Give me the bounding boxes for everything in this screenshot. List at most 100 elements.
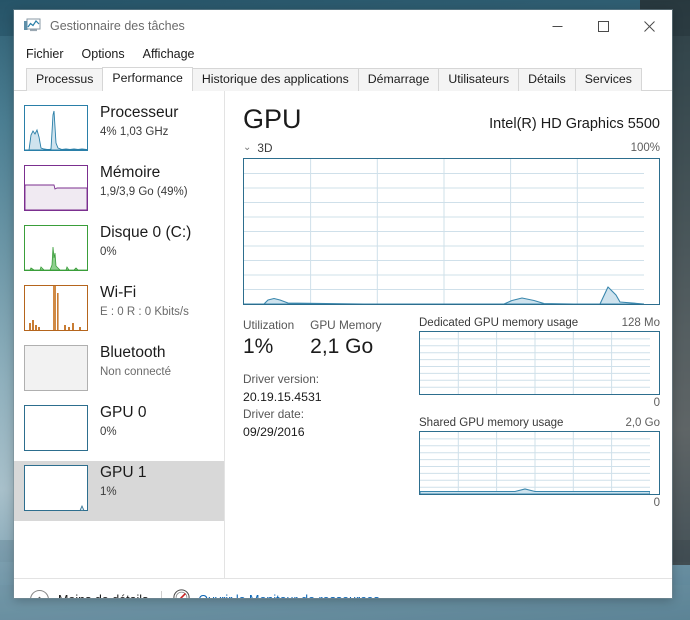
tab-performance[interactable]: Performance — [102, 67, 193, 91]
graph-engine-selector[interactable]: ⌄ 3D — [243, 141, 272, 155]
driver-version-label: Driver version: — [243, 372, 320, 386]
utilization-value: 1% — [243, 335, 274, 358]
dedicated-memory-block: Dedicated GPU memory usage 128 Mo 0 — [419, 317, 660, 411]
sidebar-item-bluetooth[interactable]: Bluetooth Non connecté — [14, 341, 224, 401]
shared-memory-max: 2,0 Go — [625, 417, 660, 429]
sidebar-item-wifi[interactable]: Wi-Fi E : 0 R : 0 Kbits/s — [14, 281, 224, 341]
close-button[interactable] — [626, 10, 672, 42]
utilization-stat: Utilization 1% — [243, 317, 294, 361]
sidebar-item-text: GPU 1 1% — [100, 461, 147, 500]
driver-date-value: 09/29/2016 — [243, 425, 305, 439]
sidebar-item-title: GPU 1 — [100, 464, 147, 481]
maximize-button[interactable] — [580, 10, 626, 42]
shared-memory-label: Shared GPU memory usage — [419, 417, 564, 429]
tab-details[interactable]: Détails — [518, 68, 576, 91]
memory-thumbnail-graph — [24, 165, 88, 211]
sidebar-item-sub: 1,9/3,9 Go (49%) — [100, 186, 188, 198]
minimize-button[interactable] — [534, 10, 580, 42]
driver-info: Driver version: 20.19.15.4531 Driver dat… — [243, 371, 415, 441]
sidebar-item-disque-0[interactable]: Disque 0 (C:) 0% — [14, 221, 224, 281]
task-manager-window: Gestionnaire des tâches Fichier Options … — [14, 10, 672, 598]
gpu-memory-label: GPU Memory — [310, 318, 382, 332]
tab-utilisateurs[interactable]: Utilisateurs — [438, 68, 520, 91]
shared-memory-header: Shared GPU memory usage 2,0 Go — [419, 417, 660, 429]
sidebar-item-gpu-0[interactable]: GPU 0 0% — [14, 401, 224, 461]
sidebar-item-title: Mémoire — [100, 164, 161, 181]
sidebar-item-title: Bluetooth — [100, 344, 166, 361]
sidebar-item-sub: E : 0 R : 0 Kbits/s — [100, 306, 189, 318]
chevron-up-circle-icon — [30, 590, 49, 598]
sidebar-item-sub: 4% 1,03 GHz — [100, 126, 169, 138]
sidebar-item-text: Processeur 4% 1,03 GHz — [100, 101, 178, 140]
gpu-detail-panel: GPU Intel(R) HD Graphics 5500 ⌄ 3D 100% — [225, 91, 672, 578]
sidebar-item-memoire[interactable]: Mémoire 1,9/3,9 Go (49%) — [14, 161, 224, 221]
tab-demarrage[interactable]: Démarrage — [357, 68, 440, 91]
window-controls — [534, 10, 672, 42]
page-title: GPU — [243, 104, 302, 134]
sidebar-item-text: Mémoire 1,9/3,9 Go (49%) — [100, 161, 188, 200]
sidebar-item-text: GPU 0 0% — [100, 401, 147, 440]
resource-monitor-button[interactable]: Ouvrir le Moniteur de ressources — [173, 588, 380, 599]
resource-monitor-icon — [173, 588, 190, 598]
graph-caption-row: ⌄ 3D 100% — [243, 141, 660, 155]
dedicated-memory-label: Dedicated GPU memory usage — [419, 317, 579, 329]
tab-services[interactable]: Services — [574, 68, 642, 91]
sidebar-item-title: Wi-Fi — [100, 284, 137, 301]
sidebar-item-text: Bluetooth Non connecté — [100, 341, 171, 380]
title-bar: Gestionnaire des tâches — [14, 10, 672, 42]
menu-item-affichage[interactable]: Affichage — [143, 47, 195, 61]
dedicated-memory-max: 128 Mo — [621, 317, 660, 329]
dedicated-memory-graph — [419, 331, 660, 395]
graph-engine-label: 3D — [257, 141, 273, 155]
sidebar-item-title: Processeur — [100, 104, 179, 121]
dedicated-memory-min: 0 — [653, 397, 660, 409]
shared-memory-graph — [419, 431, 660, 495]
gpu-header: GPU Intel(R) HD Graphics 5500 — [243, 103, 660, 135]
gpu-stats-row: Utilization 1% GPU Memory 2,1 Go Driver … — [243, 317, 660, 517]
bluetooth-thumbnail-graph — [24, 345, 88, 391]
sidebar-item-title: GPU 0 — [100, 404, 147, 421]
gpu-device-name: Intel(R) HD Graphics 5500 — [489, 116, 660, 132]
sidebar-item-gpu-1[interactable]: GPU 1 1% — [14, 461, 224, 521]
cpu-thumbnail-graph — [24, 105, 88, 151]
gpu-memory-stat: GPU Memory 2,1 Go — [310, 317, 381, 361]
tab-historique-des-applications[interactable]: Historique des applications — [191, 68, 359, 91]
sidebar-item-sub: 1% — [100, 486, 117, 498]
sidebar-item-sub: 0% — [100, 246, 117, 258]
gpu1-thumbnail-graph — [24, 465, 88, 511]
menu-bar: Fichier Options Affichage — [14, 42, 672, 66]
menu-item-options[interactable]: Options — [82, 47, 125, 61]
sidebar-item-text: Wi-Fi E : 0 R : 0 Kbits/s — [100, 281, 189, 320]
tab-strip: Processus Performance Historique des app… — [14, 66, 672, 91]
fewer-details-label: Moins de détails — [58, 593, 148, 599]
status-bar: Moins de détails Ouvrir le Moniteur de r… — [14, 578, 672, 598]
fewer-details-button[interactable]: Moins de détails — [30, 590, 148, 598]
gpu-memory-graphs: Dedicated GPU memory usage 128 Mo 0 Shar… — [415, 317, 660, 517]
utilization-label: Utilization — [243, 318, 295, 332]
gpu-3d-utilization-graph — [243, 158, 660, 305]
gpu-stats-left: Utilization 1% GPU Memory 2,1 Go Driver … — [243, 317, 415, 517]
wifi-thumbnail-graph — [24, 285, 88, 331]
gpu-memory-value: 2,1 Go — [310, 335, 374, 358]
sidebar-item-processeur[interactable]: Processeur 4% 1,03 GHz — [14, 101, 224, 161]
resource-monitor-label: Ouvrir le Moniteur de ressources — [198, 593, 379, 599]
gpu0-thumbnail-graph — [24, 405, 88, 451]
driver-date-label: Driver date: — [243, 407, 304, 421]
gpu-stat-columns: Utilization 1% GPU Memory 2,1 Go — [243, 317, 415, 361]
footer-divider — [161, 590, 163, 598]
window-title: Gestionnaire des tâches — [50, 19, 185, 33]
sidebar-item-sub: Non connecté — [100, 366, 171, 378]
sidebar-item-title: Disque 0 (C:) — [100, 224, 192, 241]
sidebar-item-sub: 0% — [100, 426, 117, 438]
dedicated-memory-header: Dedicated GPU memory usage 128 Mo — [419, 317, 660, 329]
shared-memory-min: 0 — [653, 497, 660, 509]
graph-max-label: 100% — [630, 142, 660, 154]
tab-processus[interactable]: Processus — [26, 68, 104, 91]
performance-content: Processeur 4% 1,03 GHz Mémoire 1,9/3,9 G… — [14, 91, 672, 578]
shared-memory-block: Shared GPU memory usage 2,0 Go 0 — [419, 417, 660, 511]
resource-sidebar: Processeur 4% 1,03 GHz Mémoire 1,9/3,9 G… — [14, 91, 225, 578]
task-manager-icon — [24, 18, 42, 34]
menu-item-fichier[interactable]: Fichier — [26, 47, 64, 61]
sidebar-item-text: Disque 0 (C:) 0% — [100, 221, 191, 260]
disk-thumbnail-graph — [24, 225, 88, 271]
